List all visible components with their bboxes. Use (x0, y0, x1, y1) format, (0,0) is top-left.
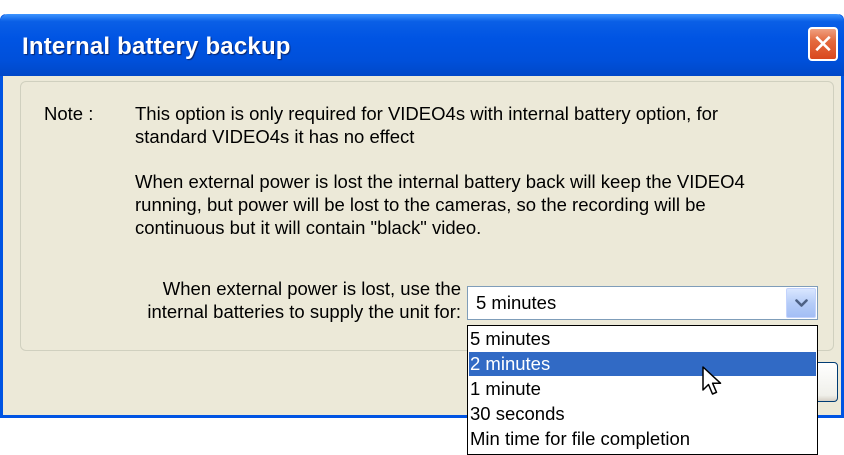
duration-select[interactable]: 5 minutes (467, 286, 818, 320)
duration-dropdown-list: 5 minutes 2 minutes 1 minute 30 seconds … (467, 325, 818, 455)
option-1-minute[interactable]: 1 minute (469, 377, 816, 401)
option-30-seconds[interactable]: 30 seconds (469, 402, 816, 426)
option-min-time-file-completion[interactable]: Min time for file completion (469, 427, 816, 451)
description-line-3: continuous but it will contain "black" v… (135, 217, 482, 238)
description-text: When external power is lost the internal… (135, 170, 825, 239)
description-line-1: When external power is lost the internal… (135, 171, 745, 192)
option-5-minutes[interactable]: 5 minutes (469, 327, 816, 351)
chevron-down-icon (795, 299, 808, 307)
window-title: Internal battery backup (22, 33, 291, 60)
option-2-minutes[interactable]: 2 minutes (469, 352, 816, 376)
note-line-2: standard VIDEO4s it has no effect (135, 126, 415, 147)
note-label: Note : (44, 103, 94, 124)
close-icon: ✕ (812, 29, 834, 59)
duration-label-line-2: internal batteries to supply the unit fo… (147, 301, 461, 322)
duration-label: When external power is lost, use the int… (105, 277, 461, 323)
mouse-pointer-icon (702, 366, 722, 395)
duration-select-value: 5 minutes (476, 292, 557, 313)
note-line-1: This option is only required for VIDEO4s… (135, 103, 719, 124)
close-button[interactable]: ✕ (808, 27, 838, 61)
dropdown-button[interactable] (786, 288, 816, 318)
title-bar[interactable]: Internal battery backup ✕ (0, 14, 844, 76)
description-line-2: running, but power will be lost to the c… (135, 194, 706, 215)
duration-label-line-1: When external power is lost, use the (162, 278, 461, 299)
note-text: This option is only required for VIDEO4s… (135, 102, 825, 148)
